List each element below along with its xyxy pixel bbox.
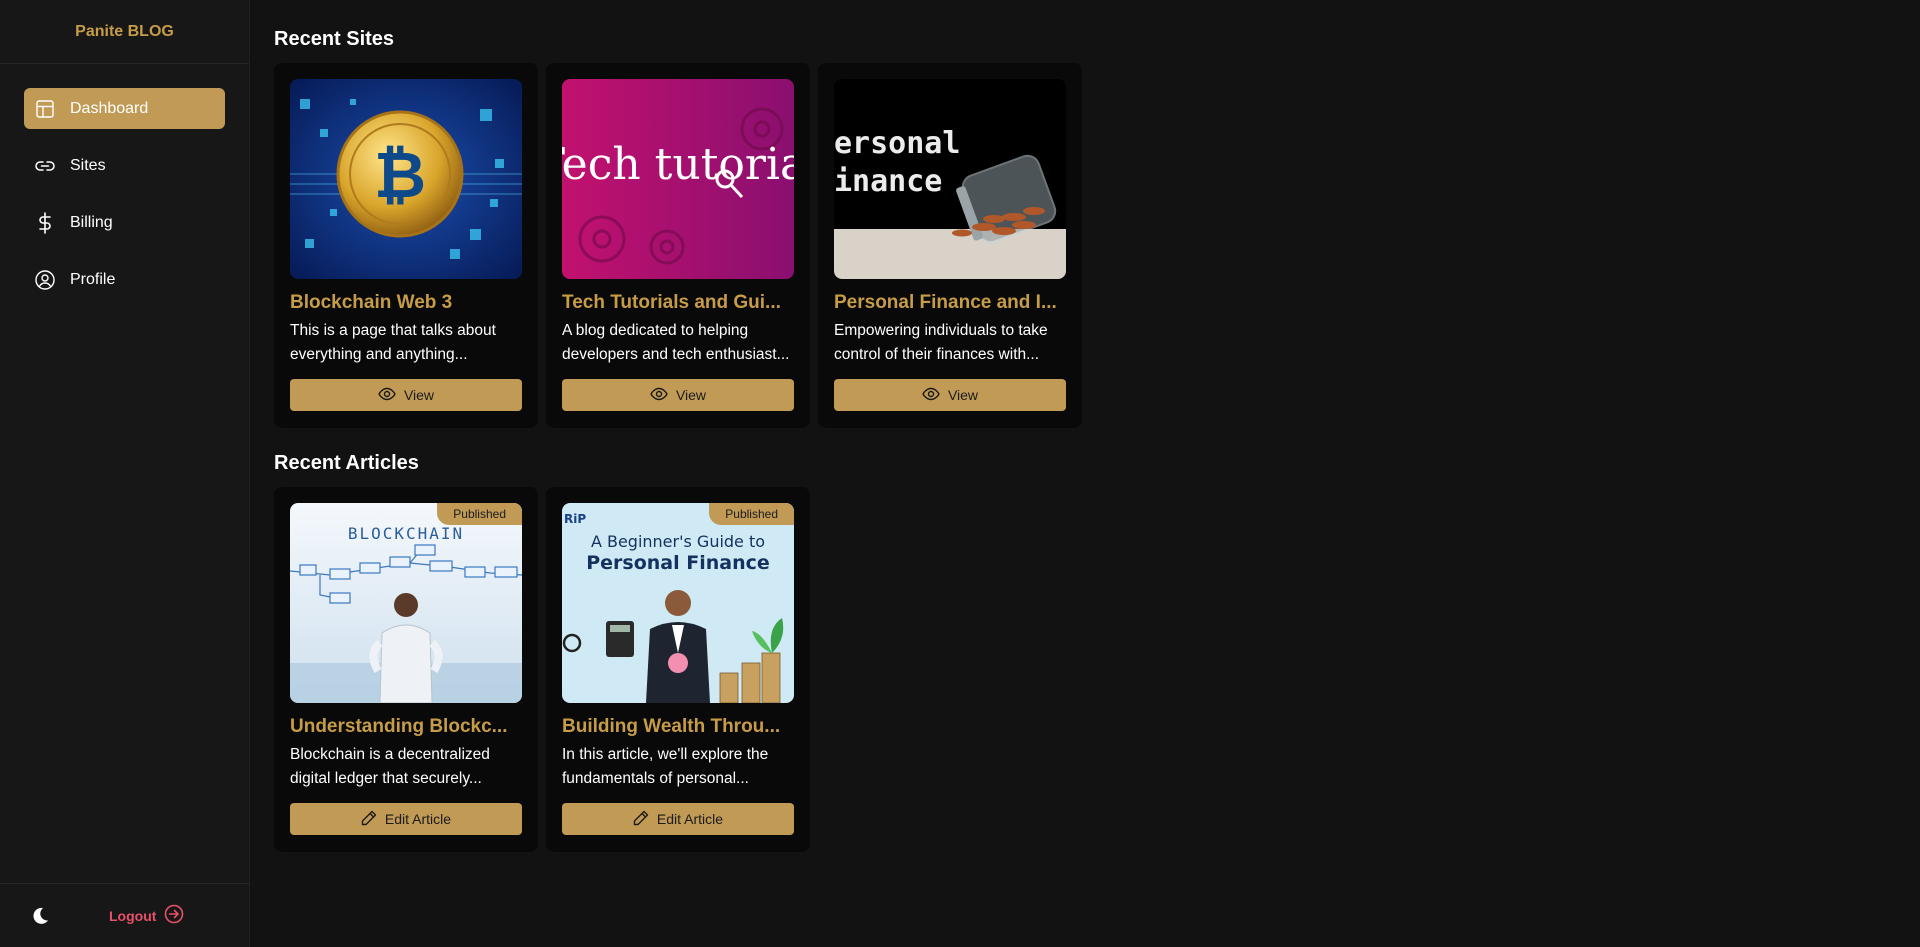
brand-logo[interactable]: Panite BLOG [0,0,249,64]
view-button[interactable]: View [834,379,1066,411]
thumbnail-text: ersonal [834,126,960,161]
article-thumbnail[interactable]: RiP A Beginner's Guide to Personal Finan… [562,503,794,703]
logout-icon [164,904,184,927]
svg-text:₿: ₿ [374,139,426,213]
article-thumbnail[interactable]: BLOCKCHAIN Published [290,503,522,703]
site-description: Empowering individuals to take control o… [834,322,1048,363]
thumbnail-text: BLOCKCHAIN [348,524,464,543]
logout-label: Logout [109,907,157,924]
status-badge: Published [709,503,794,525]
site-title[interactable]: Personal Finance and I... [834,291,1066,315]
site-card: ₿ Blockchain Web 3 This is a page that t… [274,63,538,428]
eye-icon [922,387,940,404]
thumbnail-text: A Beginner's Guide to [591,532,765,551]
site-card: ersonal inance Personal Finance and I...… [818,63,1082,428]
link-icon [34,155,56,177]
user-circle-icon [34,269,56,291]
sidebar-item-label: Profile [70,270,116,288]
thumbnail-text: Personal Finance [586,552,770,574]
eye-icon [378,387,396,404]
edit-article-button[interactable]: Edit Article [290,803,522,835]
article-card: BLOCKCHAIN Published Understanding Block… [274,487,538,852]
sidebar-nav: Dashboard Sites Billing Profile [0,64,249,300]
pencil-icon [633,810,649,829]
dollar-icon [34,211,56,234]
view-button[interactable]: View [290,379,522,411]
site-description: A blog dedicated to helping developers a… [562,322,790,363]
sidebar-item-sites[interactable]: Sites [24,145,225,186]
site-card: Tech tutorial Tech Tutorials and Gui... … [546,63,810,428]
edit-article-button[interactable]: Edit Article [562,803,794,835]
sidebar-item-dashboard[interactable]: Dashboard [24,88,225,129]
section-title-recent-articles: Recent Articles [274,452,419,474]
article-title[interactable]: Understanding Blockc... [290,715,522,739]
sidebar-item-label: Billing [70,213,113,231]
eye-icon [650,387,668,404]
thumbnail-text: inance [834,164,942,199]
sidebar-item-billing[interactable]: Billing [24,202,225,243]
view-button-label: View [947,387,979,403]
moon-icon[interactable] [30,906,50,926]
section-title-recent-sites: Recent Sites [274,28,395,50]
main-content: Recent Sites ₿ Blockchain Web 3 This is … [250,0,1920,947]
thumbnail-logo: RiP [564,512,586,526]
article-title[interactable]: Building Wealth Throu... [562,715,794,739]
view-button-label: View [403,387,435,403]
edit-article-label: Edit Article [656,811,724,827]
article-card: RiP A Beginner's Guide to Personal Finan… [546,487,810,852]
view-button-label: View [675,387,707,403]
sidebar-item-profile[interactable]: Profile [24,259,225,300]
sidebar: Panite BLOG Dashboard Sites Billing Prof… [0,0,250,947]
view-button[interactable]: View [562,379,794,411]
status-badge: Published [437,503,522,525]
article-description: Blockchain is a decentralized digital le… [290,746,490,787]
sidebar-item-label: Sites [70,156,106,174]
sidebar-item-label: Dashboard [70,99,149,117]
app: Panite BLOG Dashboard Sites Billing Prof… [0,0,1920,947]
sites-grid: ₿ Blockchain Web 3 This is a page that t… [274,63,1920,428]
site-description: This is a page that talks about everythi… [290,322,496,363]
thumbnail-text: Tech tutorial [562,139,794,190]
site-title[interactable]: Blockchain Web 3 [290,291,522,315]
site-thumbnail[interactable]: Tech tutorial [562,79,794,279]
site-thumbnail[interactable]: ₿ [290,79,522,279]
article-description: In this article, we'll explore the funda… [562,746,769,787]
site-title[interactable]: Tech Tutorials and Gui... [562,291,794,315]
pencil-icon [361,810,377,829]
site-thumbnail[interactable]: ersonal inance [834,79,1066,279]
logout-button[interactable]: Logout [109,904,184,927]
layout-icon [34,98,56,120]
articles-grid: BLOCKCHAIN Published Understanding Block… [274,487,1920,852]
edit-article-label: Edit Article [384,811,452,827]
sidebar-footer: Logout [0,883,250,947]
